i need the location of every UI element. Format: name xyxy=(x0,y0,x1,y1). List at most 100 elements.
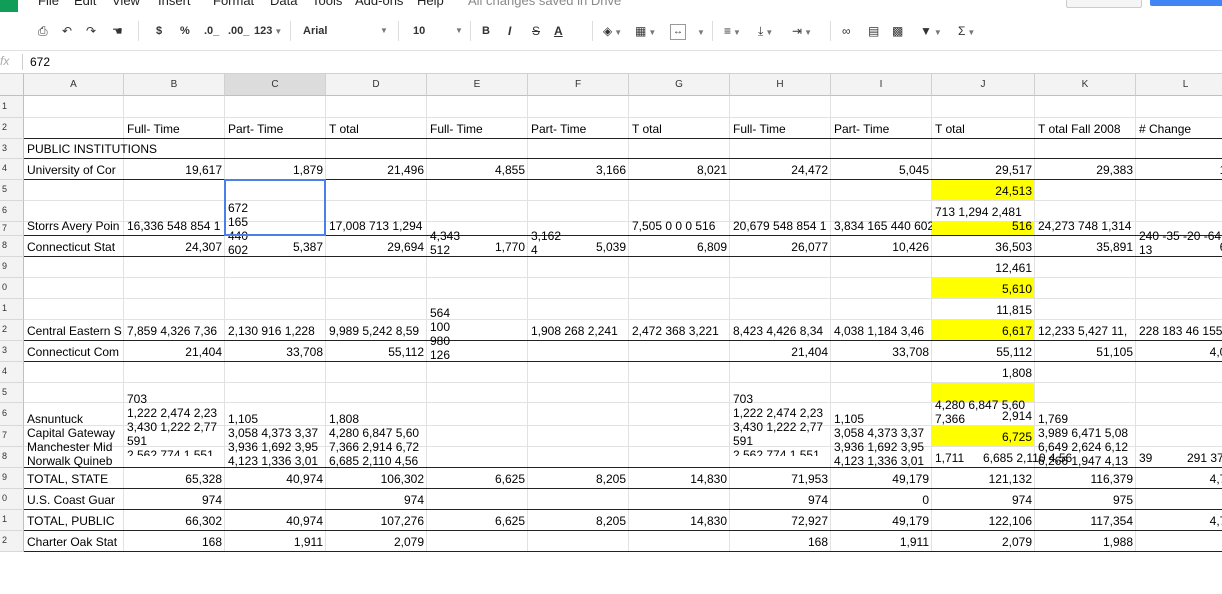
row-header[interactable]: 2 xyxy=(0,118,24,139)
row-header[interactable]: 0 xyxy=(0,489,24,510)
row-header[interactable]: 1 xyxy=(0,510,24,531)
cell-h21: 72,927 xyxy=(791,514,828,528)
borders-icon[interactable]: ▦ ▼ xyxy=(635,22,656,40)
menu-tools[interactable]: Tools xyxy=(312,0,342,8)
merge-dropdown-icon[interactable]: ▼ xyxy=(695,22,705,40)
menu-data[interactable]: Data xyxy=(270,0,297,8)
text-color-button[interactable]: A xyxy=(554,22,563,40)
row-header[interactable]: 4 xyxy=(0,159,24,180)
column-header-c[interactable]: C xyxy=(225,74,326,96)
cell-border xyxy=(24,138,1222,139)
row-header[interactable]: 0 xyxy=(0,278,24,299)
cell-e19: 6,625 xyxy=(494,472,525,486)
strikethrough-button[interactable]: S xyxy=(532,22,540,40)
row-number: 3 xyxy=(2,142,8,153)
row-header[interactable]: 9 xyxy=(0,468,24,489)
formula-input[interactable]: 672 xyxy=(30,55,50,69)
select-all-corner[interactable] xyxy=(0,74,24,96)
fill-color-icon[interactable]: ◈ ▼ xyxy=(603,22,622,40)
filter-icon[interactable]: ▼ ▼ xyxy=(920,22,942,40)
toolbar-divider xyxy=(290,21,291,41)
cell-c8: 5,387 xyxy=(292,240,323,254)
column-header-i[interactable]: I xyxy=(831,74,932,96)
column-header-g[interactable]: G xyxy=(629,74,730,96)
app-logo xyxy=(0,0,18,12)
link-icon[interactable]: ∞ xyxy=(842,22,851,40)
cell-c22: 1,911 xyxy=(293,535,323,549)
column-header-f[interactable]: F xyxy=(528,74,629,96)
decrease-decimal-button[interactable]: .0_ xyxy=(204,22,219,40)
row-header[interactable]: 9 xyxy=(0,257,24,278)
selected-cell[interactable] xyxy=(224,179,326,236)
menu-view[interactable]: View xyxy=(112,0,140,8)
cell-l13: 4,00 xyxy=(1209,345,1222,359)
row-header[interactable]: 2 xyxy=(0,320,24,341)
undo-icon[interactable]: ↶ xyxy=(62,22,72,40)
cell-j22: 2,079 xyxy=(1001,535,1032,549)
cell-d13: 55,112 xyxy=(388,345,424,359)
row-number: 5 xyxy=(2,386,8,397)
row-header[interactable]: 7 xyxy=(0,222,24,236)
comment-icon[interactable]: ▤ xyxy=(868,22,879,40)
merge-cells-icon[interactable]: ↔ xyxy=(670,24,686,40)
increase-decimal-button[interactable]: .00_ xyxy=(228,22,249,40)
vertical-align-icon[interactable]: ⤓ ▼ xyxy=(758,22,773,40)
row-number: 1 xyxy=(2,514,8,524)
align-left-icon[interactable]: ≡ ▼ xyxy=(724,22,741,40)
more-formats-button[interactable]: 123 ▼ xyxy=(254,22,282,40)
font-size-select[interactable]: 10 ▼ xyxy=(413,22,463,40)
row-header[interactable]: 5 xyxy=(0,383,24,403)
cell-h8: 26,077 xyxy=(791,240,828,254)
cell-i7: 3,834 165 440 602 xyxy=(834,219,932,233)
font-family-select[interactable]: Arial ▼ xyxy=(303,22,388,40)
row-header[interactable]: 2 xyxy=(0,531,24,552)
row-header[interactable]: 8 xyxy=(0,236,24,257)
toolbar-divider xyxy=(138,21,139,41)
text-wrap-icon[interactable]: ⇥ ▼ xyxy=(792,22,812,40)
chart-icon[interactable]: ▩ xyxy=(892,22,903,40)
bold-button[interactable]: B xyxy=(482,22,490,40)
cell-f12: 1,908 268 2,241 xyxy=(531,324,618,338)
menu-format[interactable]: Format xyxy=(213,0,254,8)
percent-button[interactable]: % xyxy=(180,22,190,40)
column-header-e[interactable]: E xyxy=(427,74,528,96)
menu-addons[interactable]: Add-ons xyxy=(355,0,403,8)
redo-icon[interactable]: ↷ xyxy=(86,22,96,40)
more-formats-label: 123 xyxy=(254,25,273,37)
cell-k8: 35,891 xyxy=(1096,240,1133,254)
row-header[interactable]: 7 xyxy=(0,426,24,447)
menu-edit[interactable]: Edit xyxy=(74,0,96,8)
row-header[interactable]: 3 xyxy=(0,341,24,362)
share-button[interactable] xyxy=(1150,0,1222,6)
menu-help[interactable]: Help xyxy=(417,0,444,8)
comments-button[interactable] xyxy=(1066,0,1142,8)
row-header[interactable]: 4 xyxy=(0,362,24,383)
cell-i12: 4,038 1,184 3,46 xyxy=(834,324,925,338)
cell-a21: TOTAL, PUBLIC xyxy=(27,514,115,528)
row-header[interactable]: 6 xyxy=(0,201,24,222)
paint-format-icon[interactable]: ☚ xyxy=(112,22,123,40)
column-header-k[interactable]: K xyxy=(1035,74,1136,96)
column-header-j[interactable]: J xyxy=(932,74,1035,96)
menu-file[interactable]: File xyxy=(38,0,59,8)
print-icon[interactable]: ⎙ xyxy=(38,22,48,40)
row-header[interactable]: 1 xyxy=(0,299,24,320)
row-header[interactable]: 8 xyxy=(0,447,24,468)
cell-e10: 564 100 980 126 xyxy=(430,306,451,362)
currency-button[interactable]: $ xyxy=(156,22,162,40)
column-header-d[interactable]: D xyxy=(326,74,427,96)
cell-d16: 1,808 4,280 6,847 5,60 7,366 2,914 6,72 … xyxy=(329,412,420,468)
row-header[interactable]: 5 xyxy=(0,180,24,201)
cell-h13: 21,404 xyxy=(791,345,828,359)
functions-icon[interactable]: Σ ▼ xyxy=(958,22,975,40)
column-header-b[interactable]: B xyxy=(124,74,225,96)
row-header[interactable]: 3 xyxy=(0,139,24,159)
cell-a3: PUBLIC INSTITUTIONS xyxy=(27,142,158,156)
column-header-l[interactable]: L xyxy=(1136,74,1222,96)
column-header-h[interactable]: H xyxy=(730,74,831,96)
row-header[interactable]: 1 xyxy=(0,96,24,118)
italic-button[interactable]: I xyxy=(508,22,511,40)
menu-insert[interactable]: Insert xyxy=(158,0,191,8)
column-header-a[interactable]: A xyxy=(24,74,124,96)
row-header[interactable]: 6 xyxy=(0,403,24,426)
